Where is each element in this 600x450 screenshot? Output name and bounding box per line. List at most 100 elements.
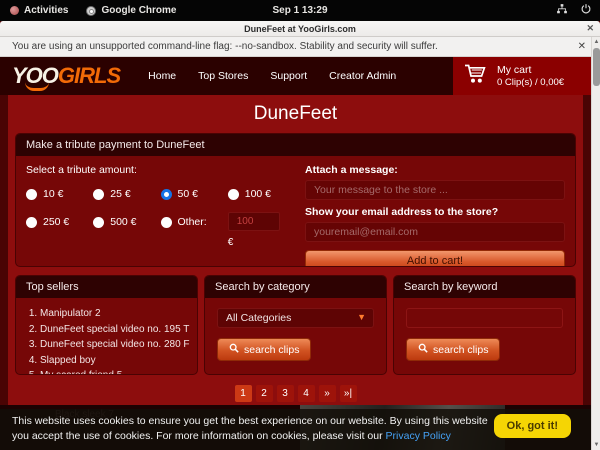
scrollbar-up-icon[interactable]: ▲: [592, 39, 600, 45]
page-button-4[interactable]: 4: [298, 385, 315, 402]
amount-option-label: 10 €: [43, 188, 63, 200]
activities-icon: [10, 6, 19, 15]
cart-summary: 0 Clip(s) / 0,00€: [497, 77, 564, 89]
amount-option-25[interactable]: 25 €: [93, 188, 156, 200]
amount-option-label: 250 €: [43, 216, 69, 228]
infobar-close-icon[interactable]: ✕: [578, 41, 586, 52]
amount-option-label: Other:: [178, 216, 207, 228]
window-title-bar: DuneFeet at YooGirls.com ✕: [0, 21, 600, 37]
page-button-1[interactable]: 1: [235, 385, 252, 402]
amount-radio[interactable]: [26, 189, 37, 200]
page-button-next[interactable]: »: [319, 385, 336, 402]
tribute-panel: Make a tribute payment to DuneFeet Selec…: [15, 133, 576, 267]
email-input[interactable]: [305, 222, 565, 242]
search-category-header: Search by category: [205, 276, 386, 298]
chrome-infobar: You are using an unsupported command-lin…: [0, 37, 600, 57]
amount-option-100[interactable]: 100 €: [228, 188, 291, 200]
top-seller-item[interactable]: Manipulator 2: [40, 306, 197, 322]
my-cart-button[interactable]: My cart 0 Clip(s) / 0,00€: [453, 57, 591, 95]
cart-icon: [463, 62, 489, 91]
browser-viewport: YOO GIRLS Home Top Stores Support Creato…: [0, 57, 591, 450]
page-title: DuneFeet: [15, 97, 576, 133]
category-select[interactable]: All Categories ▼: [217, 308, 374, 328]
app-menu-label: Google Chrome: [101, 5, 176, 16]
search-clips-label: search clips: [433, 344, 488, 356]
activities-button[interactable]: Activities: [10, 5, 68, 16]
top-seller-item[interactable]: Slapped boy: [40, 353, 197, 369]
message-input[interactable]: [305, 180, 565, 200]
cookie-consent-bar: This website uses cookies to ensure you …: [0, 409, 591, 450]
network-icon[interactable]: [556, 3, 568, 18]
scrollbar-thumb[interactable]: [593, 48, 600, 86]
scrollbar-down-icon[interactable]: ▼: [592, 442, 600, 448]
page-button-2[interactable]: 2: [256, 385, 273, 402]
search-keyword-header: Search by keyword: [394, 276, 575, 298]
amount-option-500[interactable]: 500 €: [93, 216, 156, 228]
amount-option-250[interactable]: 250 €: [26, 216, 89, 228]
nav-item-support[interactable]: Support: [270, 70, 307, 82]
privacy-policy-link[interactable]: Privacy Policy: [386, 430, 451, 442]
chevron-down-icon: ▼: [357, 312, 366, 322]
cart-label: My cart: [497, 64, 564, 77]
nav-item-top-stores[interactable]: Top Stores: [198, 70, 248, 82]
activities-label: Activities: [24, 5, 68, 16]
infobar-message: You are using an unsupported command-lin…: [12, 41, 438, 52]
search-icon: [418, 343, 428, 356]
top-seller-item[interactable]: DuneFeet special video no. 195 T: [40, 322, 197, 338]
keyword-input[interactable]: [406, 308, 563, 328]
top-sellers-header: Top sellers: [16, 276, 197, 298]
site-header: YOO GIRLS Home Top Stores Support Creato…: [0, 57, 591, 95]
amount-option-10[interactable]: 10 €: [26, 188, 89, 200]
pagination: 1 2 3 4 » »|: [15, 385, 576, 402]
nav-item-home[interactable]: Home: [148, 70, 176, 82]
search-keyword-panel: Search by keyword search clips: [393, 275, 576, 375]
page-button-last[interactable]: »|: [340, 385, 357, 402]
site-logo[interactable]: YOO GIRLS: [0, 63, 120, 89]
search-clips-keyword-button[interactable]: search clips: [406, 338, 500, 361]
amount-option-label: 50 €: [178, 188, 198, 200]
app-menu-button[interactable]: Google Chrome: [86, 5, 176, 16]
amount-option-50[interactable]: 50 €: [161, 188, 224, 200]
window-close-icon[interactable]: ✕: [586, 23, 594, 34]
screen: Activities Google Chrome Sep 1 13:29 Dun…: [0, 0, 600, 450]
main-nav: Home Top Stores Support Creator Admin: [148, 70, 396, 82]
logo-smile-icon: [25, 82, 49, 91]
nav-item-creator-admin[interactable]: Creator Admin: [329, 70, 396, 82]
add-to-cart-button[interactable]: Add to cart!: [305, 250, 565, 267]
top-sellers-list: Manipulator 2 DuneFeet special video no.…: [40, 306, 197, 375]
vertical-scrollbar[interactable]: ▲ ▼: [591, 37, 600, 450]
amount-option-other[interactable]: Other:: [161, 216, 224, 228]
currency-symbol: €: [228, 237, 291, 248]
main-content: DuneFeet Make a tribute payment to DuneF…: [8, 95, 583, 405]
amount-radio[interactable]: [161, 217, 172, 228]
top-seller-item[interactable]: DuneFeet special video no. 280 F: [40, 337, 197, 353]
tribute-amount-options: 10 € 25 € 50 €: [26, 188, 291, 248]
amount-radio[interactable]: [26, 217, 37, 228]
tribute-panel-header: Make a tribute payment to DuneFeet: [16, 134, 575, 156]
search-clips-category-button[interactable]: search clips: [217, 338, 311, 361]
amount-radio[interactable]: [93, 217, 104, 228]
system-top-bar: Activities Google Chrome Sep 1 13:29: [0, 0, 600, 21]
logo-text-yoo: YOO: [12, 63, 58, 89]
message-label: Attach a message:: [305, 164, 565, 176]
chrome-icon: [86, 6, 96, 16]
amount-radio[interactable]: [161, 189, 172, 200]
amount-radio[interactable]: [93, 189, 104, 200]
search-category-panel: Search by category All Categories ▼ sear…: [204, 275, 387, 375]
power-icon[interactable]: [580, 3, 592, 18]
other-amount-input[interactable]: [228, 212, 280, 231]
amount-option-label: 500 €: [110, 216, 136, 228]
clock[interactable]: Sep 1 13:29: [272, 5, 327, 16]
logo-text-girls: GIRLS: [58, 63, 120, 89]
page-button-3[interactable]: 3: [277, 385, 294, 402]
top-seller-item[interactable]: My scared friend 5: [40, 368, 197, 375]
window-title: DuneFeet at YooGirls.com: [244, 24, 356, 34]
top-sellers-panel: Top sellers Manipulator 2 DuneFeet speci…: [15, 275, 198, 375]
email-label: Show your email address to the store?: [305, 206, 565, 218]
category-selected-value: All Categories: [226, 312, 291, 324]
cookie-ok-button[interactable]: Ok, got it!: [494, 414, 571, 438]
search-clips-label: search clips: [244, 344, 299, 356]
amount-option-label: 25 €: [110, 188, 130, 200]
search-icon: [229, 343, 239, 356]
amount-radio[interactable]: [228, 189, 239, 200]
